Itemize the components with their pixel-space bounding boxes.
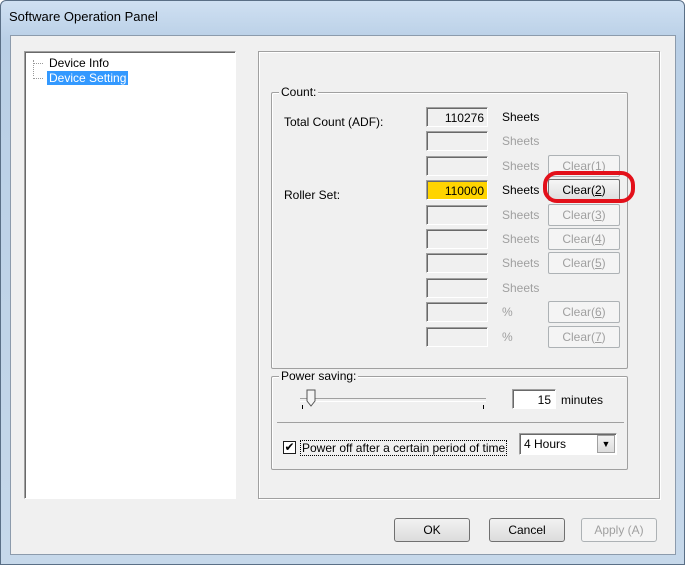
tree-branch-line [33,78,43,79]
clear-button-key: 6 [594,305,602,319]
clear-button-prefix: Clear( [562,208,595,222]
device-tree[interactable]: Device Info Device Setting [24,51,236,499]
total-count-label: Total Count (ADF): [284,115,384,129]
window-title: Software Operation Panel [9,9,158,24]
tree-branch-line [33,63,43,64]
ok-button[interactable]: OK [394,518,470,542]
count-value-field [426,156,488,176]
count-value-field [426,131,488,151]
clear-button-prefix: Clear( [562,305,595,319]
count-unit-label: Sheets [502,159,540,173]
count-unit-label: % [502,330,513,344]
power-off-checkbox[interactable]: ✔ [283,441,296,454]
tree-item-device-setting[interactable]: Device Setting [31,71,130,85]
clear-button-4[interactable]: Clear(4) [548,228,620,250]
clear-button-7[interactable]: Clear(7) [548,326,620,348]
power-saving-slider-track[interactable] [300,398,486,402]
power-off-select[interactable]: 4 Hours ▼ [519,433,617,455]
power-saving-slider-thumb[interactable] [306,389,316,407]
highlight-ring [543,171,635,203]
chevron-down-icon[interactable]: ▼ [597,435,615,453]
clear-button-suffix: ) [601,330,606,344]
clear-button-suffix: ) [601,256,606,270]
count-value-field [426,229,488,249]
power-off-select-value: 4 Hours [524,437,567,451]
slider-tick-min [302,405,303,409]
count-value-field [426,278,488,298]
power-saving-minutes-field[interactable]: 15 [512,389,556,409]
power-saving-group-label: Power saving: [279,369,359,383]
clear-button-suffix: ) [601,232,606,246]
count-value-field [426,205,488,225]
clear-button-3[interactable]: Clear(3) [548,204,620,226]
count-unit-label: Sheets [502,183,540,197]
count-unit-label: Sheets [502,110,540,124]
count-unit-label: % [502,305,513,319]
clear-button-key: 5 [594,256,602,270]
count-unit-label: Sheets [502,256,540,270]
cancel-button[interactable]: Cancel [489,518,565,542]
power-saving-unit: minutes [561,393,604,407]
clear-button-prefix: Clear( [562,330,595,344]
clear-button-5[interactable]: Clear(5) [548,252,620,274]
tree-item-label: Device Info [49,56,110,70]
clear-button-suffix: ) [601,208,606,222]
count-value-field: 110000 [426,180,488,200]
clear-button-prefix: Clear( [562,232,595,246]
count-unit-label: Sheets [502,232,540,246]
clear-button-key: 7 [594,330,602,344]
clear-button-key: 4 [594,232,602,246]
power-saving-divider [277,422,624,423]
tree-item-label: Device Setting [47,71,129,85]
roller-set-label: Roller Set: [284,188,341,202]
count-unit-label: Sheets [502,281,540,295]
count-unit-label: Sheets [502,134,540,148]
count-value-field: 110276 [426,107,488,127]
count-value-field [426,253,488,273]
tree-item-device-info[interactable]: Device Info [31,56,113,70]
count-value-field [426,327,488,347]
clear-button-suffix: ) [601,305,606,319]
clear-button-prefix: Clear( [562,256,595,270]
count-unit-label: Sheets [502,208,540,222]
apply-button[interactable]: Apply (A) [581,518,657,542]
count-value-field [426,302,488,322]
power-off-label[interactable]: Power off after a certain period of time [300,440,508,456]
slider-tick-max [483,405,484,409]
clear-button-6[interactable]: Clear(6) [548,301,620,323]
count-group-label: Count: [279,85,319,99]
clear-button-key: 3 [594,208,602,222]
